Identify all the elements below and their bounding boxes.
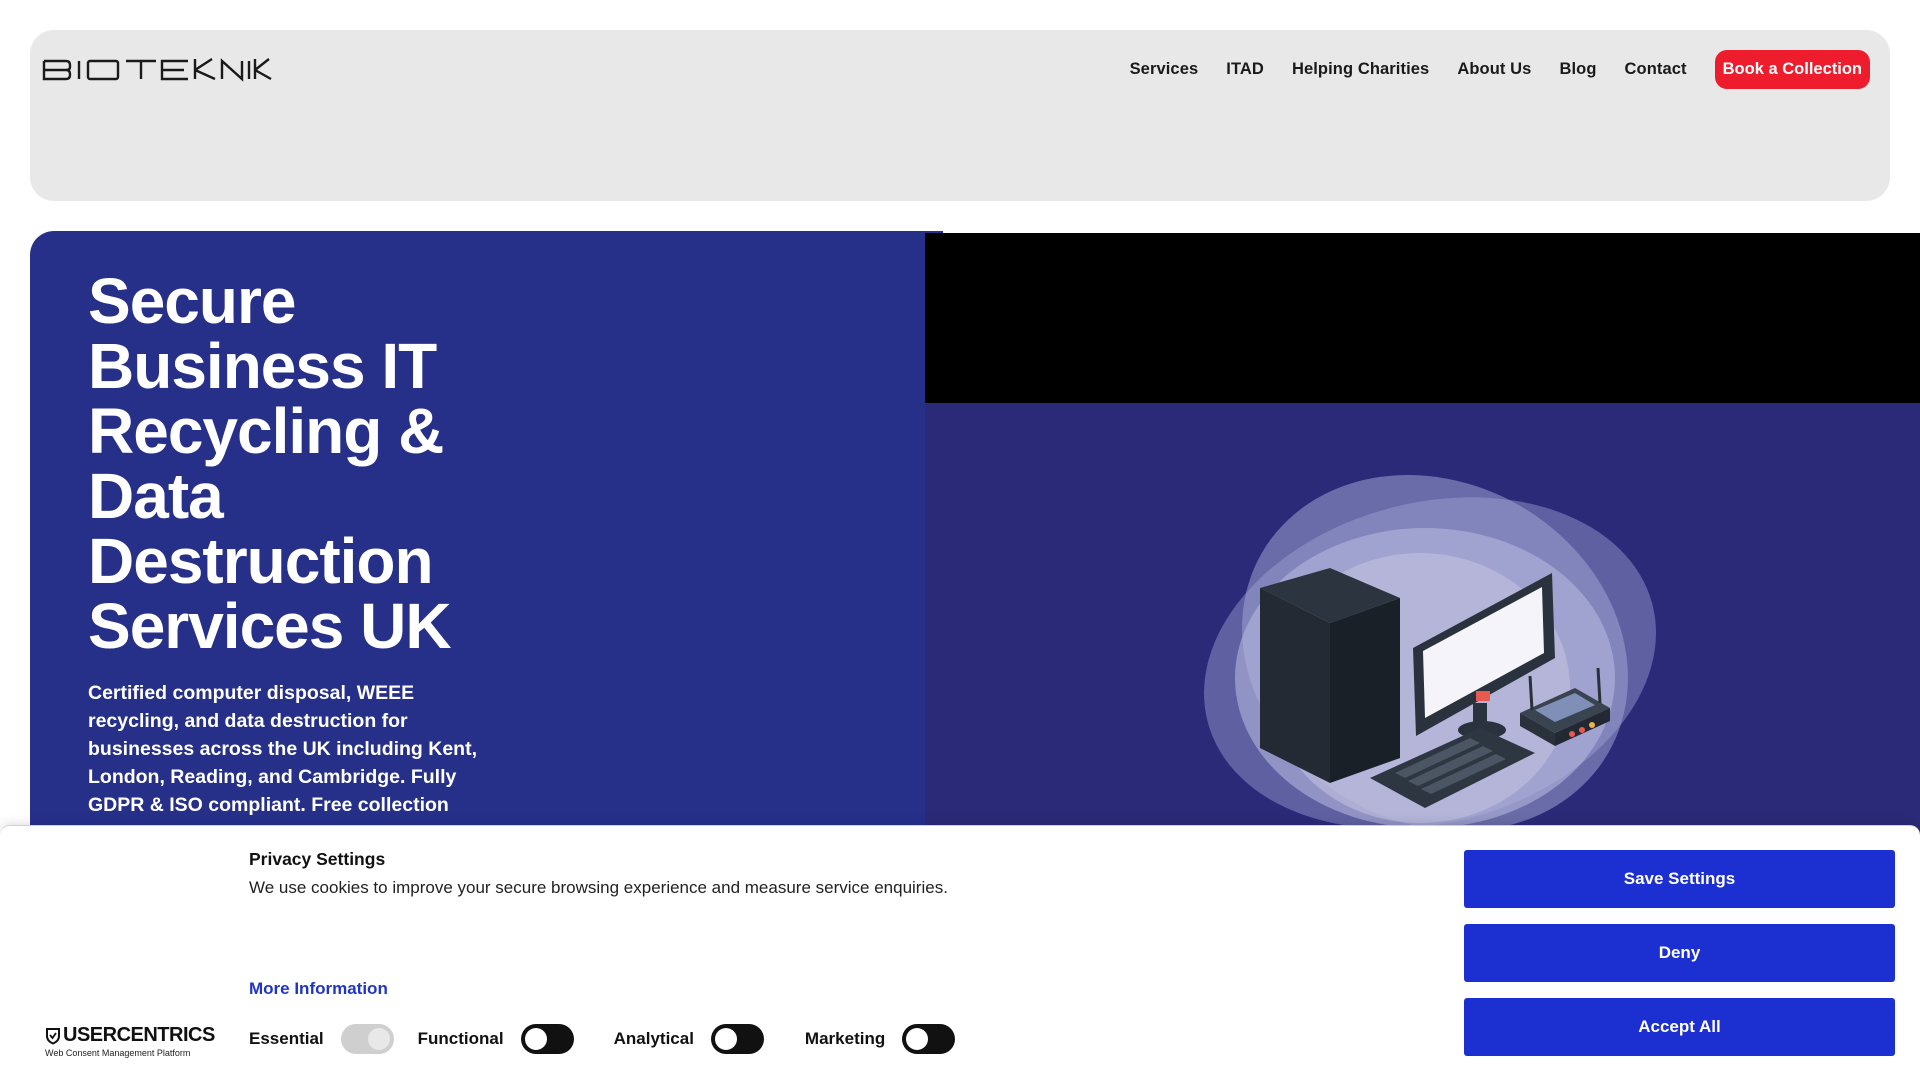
analytical-switch[interactable] bbox=[710, 1024, 764, 1054]
usercentrics-logo[interactable]: USERCENTRICS Web Consent Management Plat… bbox=[45, 1024, 215, 1058]
usercentrics-brand: USERCENTRICS bbox=[63, 1024, 215, 1046]
hero-title: Secure Business IT Recycling & Data Dest… bbox=[88, 265, 452, 662]
nav-services[interactable]: Services bbox=[1130, 60, 1199, 79]
toggle-marketing: Marketing bbox=[804, 1024, 956, 1054]
marketing-switch[interactable] bbox=[902, 1024, 956, 1054]
switch-knob bbox=[714, 1028, 737, 1050]
cookie-consent-banner: Privacy Settings We use cookies to impro… bbox=[0, 825, 1920, 1080]
toggle-essential: Essential bbox=[249, 1024, 394, 1054]
site-header: Services ITAD Helping Charities About Us… bbox=[30, 30, 1890, 201]
main-nav: Services ITAD Helping Charities About Us… bbox=[1130, 50, 1870, 89]
toggle-functional: Functional bbox=[418, 1024, 574, 1054]
nav-about-us[interactable]: About Us bbox=[1457, 60, 1531, 79]
switch-knob bbox=[906, 1028, 929, 1050]
accept-all-button[interactable]: Accept All bbox=[1464, 998, 1895, 1056]
toggle-functional-label: Functional bbox=[417, 1029, 504, 1048]
toggle-essential-label: Essential bbox=[249, 1029, 324, 1048]
hero-video-area bbox=[925, 233, 1920, 403]
usercentrics-tagline: Web Consent Management Platform bbox=[45, 1048, 191, 1058]
consent-toggles: Essential Functional Analytical Marketin… bbox=[249, 1024, 979, 1054]
computer-equipment-illustration bbox=[1204, 475, 1656, 828]
toggle-marketing-label: Marketing bbox=[804, 1029, 886, 1048]
privacy-description: We use cookies to improve your secure br… bbox=[249, 878, 948, 897]
hero-subtitle: Certified computer disposal, WEEE recycl… bbox=[88, 682, 478, 816]
functional-switch[interactable] bbox=[520, 1024, 574, 1054]
switch-knob bbox=[367, 1028, 390, 1050]
nav-blog[interactable]: Blog bbox=[1559, 60, 1596, 79]
toggle-analytical-label: Analytical bbox=[613, 1029, 694, 1048]
hero-section: Secure Business IT Recycling & Data Dest… bbox=[30, 231, 943, 851]
nav-helping-charities[interactable]: Helping Charities bbox=[1292, 60, 1429, 79]
privacy-settings-title: Privacy Settings bbox=[249, 849, 386, 869]
deny-button[interactable]: Deny bbox=[1464, 924, 1895, 982]
essential-switch bbox=[340, 1024, 394, 1054]
nav-contact[interactable]: Contact bbox=[1625, 60, 1687, 79]
toggle-analytical: Analytical bbox=[614, 1024, 764, 1054]
save-settings-button[interactable]: Save Settings bbox=[1464, 850, 1895, 908]
more-information-link[interactable]: More Information bbox=[249, 979, 388, 999]
nav-itad[interactable]: ITAD bbox=[1226, 60, 1264, 79]
book-collection-button[interactable]: Book a Collection bbox=[1714, 50, 1870, 89]
bioteknik-logo[interactable] bbox=[42, 56, 272, 84]
shield-icon bbox=[46, 1027, 60, 1045]
switch-knob bbox=[524, 1028, 547, 1050]
